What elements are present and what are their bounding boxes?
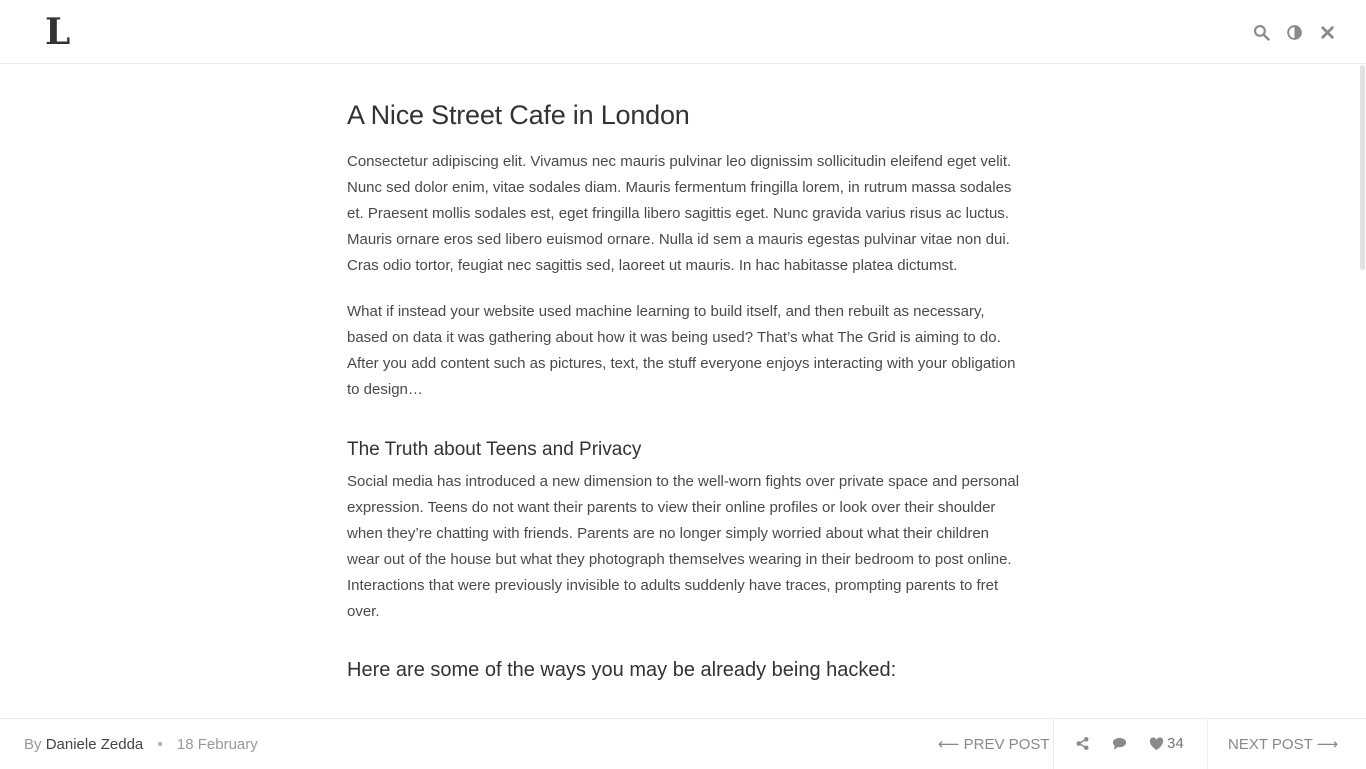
byline: By Daniele Zedda • 18 February — [24, 736, 258, 753]
article: A Nice Street Cafe in London Consectetur… — [347, 95, 1022, 683]
subheading: Here are some of the ways you may be alr… — [347, 659, 897, 681]
prev-post-link[interactable]: ⟵ PREV POST — [938, 735, 1050, 753]
author-link[interactable]: Daniele Zedda — [46, 736, 144, 753]
search-icon[interactable] — [1253, 24, 1270, 41]
article-title: A Nice Street Cafe in London — [347, 100, 690, 130]
footer-divider — [1207, 719, 1208, 769]
by-label: By — [24, 736, 42, 753]
post-footer: By Daniele Zedda • 18 February ⟵ PREV PO… — [0, 718, 1366, 769]
header-actions — [1253, 24, 1336, 41]
post-date: 18 February — [176, 736, 258, 753]
contrast-icon[interactable] — [1286, 24, 1303, 41]
heart-icon — [1149, 736, 1164, 750]
section-paragraph: Social media has introduced a new dimens… — [347, 473, 1020, 620]
article-paragraph: Consectetur adipiscing elit. Vivamus nec… — [347, 153, 1012, 274]
next-post-link[interactable]: NEXT POST ⟶ — [1228, 735, 1338, 753]
site-logo[interactable]: L — [45, 12, 70, 52]
top-bar: L — [0, 0, 1366, 64]
footer-divider — [1053, 719, 1054, 769]
scrollbar-thumb[interactable] — [1360, 65, 1365, 270]
article-paragraph: What if instead your website used machin… — [347, 303, 1016, 398]
byline-separator: • — [157, 736, 163, 753]
likes-button[interactable]: 34 — [1149, 735, 1184, 752]
close-icon[interactable] — [1319, 24, 1336, 41]
likes-count: 34 — [1167, 735, 1184, 752]
share-icon[interactable] — [1075, 736, 1090, 751]
comment-icon[interactable] — [1112, 736, 1127, 751]
section-heading: The Truth about Teens and Privacy — [347, 439, 642, 460]
